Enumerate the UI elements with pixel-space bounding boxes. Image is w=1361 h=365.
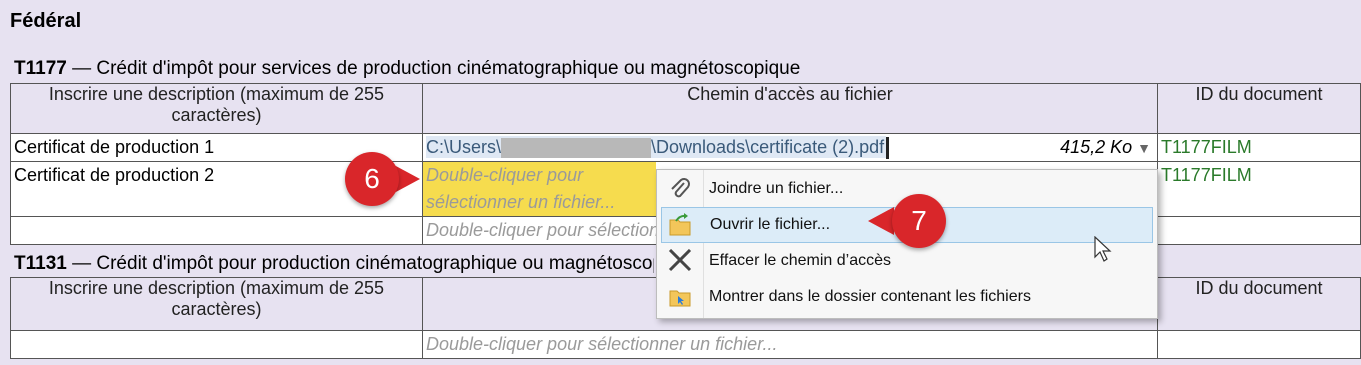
folder-show-icon	[667, 285, 693, 309]
docid-cell[interactable]	[1157, 216, 1361, 245]
docid-cell[interactable]: T1177FILM	[1157, 133, 1361, 162]
menu-item-clear-path[interactable]: Effacer le chemin d’accès	[661, 244, 1151, 278]
text-cursor	[886, 137, 890, 160]
menu-item-label: Effacer le chemin d’accès	[709, 252, 892, 269]
file-size: 415,2 Ko ▼	[1060, 137, 1151, 157]
page-heading: Fédéral	[10, 10, 82, 32]
file-path-placeholder: Double-cliquer pour sélectionner un fich…	[423, 162, 656, 216]
form-title: — Crédit d'impôt pour production cinémat…	[72, 253, 654, 274]
callout-badge-6: 6	[345, 152, 399, 206]
menu-item-label: Ouvrir le fichier...	[710, 216, 831, 233]
menu-item-label: Joindre un fichier...	[709, 180, 844, 197]
menu-item-label: Montrer dans le dossier contenant les fi…	[709, 288, 1031, 305]
callout-badge-7: 7	[892, 194, 946, 248]
column-header-path: Chemin d'accès au fichier	[422, 83, 1158, 134]
section-title-t1177: T1177 — Crédit d'impôt pour services de …	[14, 58, 800, 80]
file-path-placeholder: Double-cliquer pour sélectionner un fich…	[426, 334, 778, 354]
form-title: — Crédit d'impôt pour services de produc…	[66, 58, 801, 79]
close-x-icon	[667, 248, 693, 273]
column-header-description: Inscrire une description (maximum de 255…	[10, 83, 423, 134]
file-path-value: C:\Users\ \Downloads\certificate (2).pdf	[426, 136, 887, 159]
callout-7-pointer	[868, 207, 894, 235]
form-code: T1131	[14, 253, 67, 274]
form-code: T1177	[14, 58, 67, 79]
column-header-docid: ID du document	[1157, 277, 1361, 331]
file-path-cell[interactable]: C:\Users\ \Downloads\certificate (2).pdf …	[422, 133, 1158, 162]
redacted-username	[501, 138, 652, 159]
mouse-pointer-icon	[1094, 236, 1112, 262]
docid-cell[interactable]: T1177FILM	[1157, 161, 1361, 217]
docid-cell[interactable]	[1157, 330, 1361, 359]
folder-open-icon	[668, 213, 694, 237]
menu-item-show-in-folder[interactable]: Montrer dans le dossier contenant les fi…	[661, 280, 1151, 314]
section-title-t1131: T1131 — Crédit d'impôt pour production c…	[14, 253, 654, 275]
column-header-docid: ID du document	[1157, 83, 1361, 134]
dropdown-caret-icon[interactable]: ▼	[1137, 140, 1151, 156]
file-path-cell[interactable]: Double-cliquer pour sélectionner un fich…	[422, 330, 1158, 359]
description-cell[interactable]	[10, 216, 423, 245]
description-cell[interactable]	[10, 330, 423, 359]
paperclip-icon	[667, 177, 693, 201]
column-header-description: Inscrire une description (maximum de 255…	[10, 277, 423, 331]
